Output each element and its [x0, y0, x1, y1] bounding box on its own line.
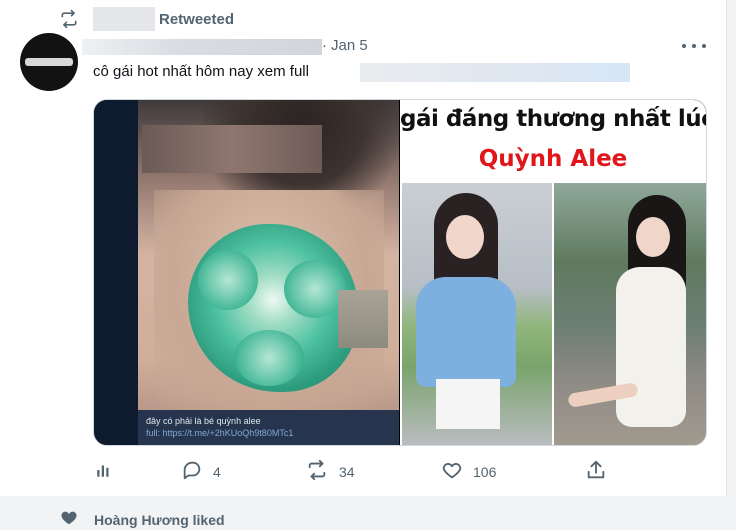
reply-count: 4 [213, 464, 221, 480]
media-image-left[interactable]: đây có phải là bé quỳnh alee full: https… [94, 100, 399, 445]
retweet-icon [305, 459, 329, 486]
tweet-text: cô gái hot nhất hôm nay xem full [93, 63, 309, 80]
like-button[interactable]: 106 [441, 458, 496, 486]
blurred-region [338, 290, 388, 348]
liked-by-text: Hoàng Hương liked [94, 511, 225, 528]
separator-dot: · [322, 37, 327, 54]
avatar[interactable] [20, 33, 78, 91]
share-icon [585, 459, 607, 486]
avatar-bar-shape [25, 58, 73, 66]
photo-left [402, 183, 552, 445]
retweeted-label: Retweeted [159, 10, 235, 28]
reply-button[interactable]: 4 [181, 458, 221, 486]
blurred-region [142, 125, 322, 173]
redacted-author-name[interactable] [82, 39, 322, 55]
like-count: 106 [473, 464, 497, 480]
tweet-card[interactable]: Retweeted · Jan 5 cô gái hot nhất hôm na… [0, 0, 727, 496]
media-grid[interactable]: đây có phải là bé quỳnh alee full: https… [93, 99, 707, 446]
retweet-button[interactable]: 34 [305, 458, 355, 486]
analytics-button[interactable] [95, 458, 113, 486]
retweeted-row: Retweeted [58, 7, 235, 31]
retweet-icon [58, 8, 80, 30]
heart-icon [441, 459, 463, 486]
heart-icon [60, 509, 78, 530]
redacted-retweeter-name [93, 7, 155, 31]
image-name: Quỳnh Alee [478, 146, 628, 172]
analytics-icon [95, 461, 113, 484]
tweet-actions: 4 34 106 [0, 458, 726, 486]
share-button[interactable] [585, 458, 607, 486]
more-icon[interactable] [682, 38, 706, 54]
image-caption: đây có phải là bé quỳnh alee full: https… [138, 410, 399, 445]
redacted-link-text [360, 63, 630, 82]
photo-right [554, 183, 706, 445]
retweet-count: 34 [339, 464, 355, 480]
image-title: gái đáng thương nhất lúc n [400, 106, 706, 132]
next-item-liked-row: Hoàng Hương liked [60, 509, 225, 530]
reply-icon [181, 459, 203, 486]
media-image-right[interactable]: gái đáng thương nhất lúc n Quỳnh Alee [400, 100, 706, 445]
tweet-date[interactable]: Jan 5 [331, 37, 368, 54]
